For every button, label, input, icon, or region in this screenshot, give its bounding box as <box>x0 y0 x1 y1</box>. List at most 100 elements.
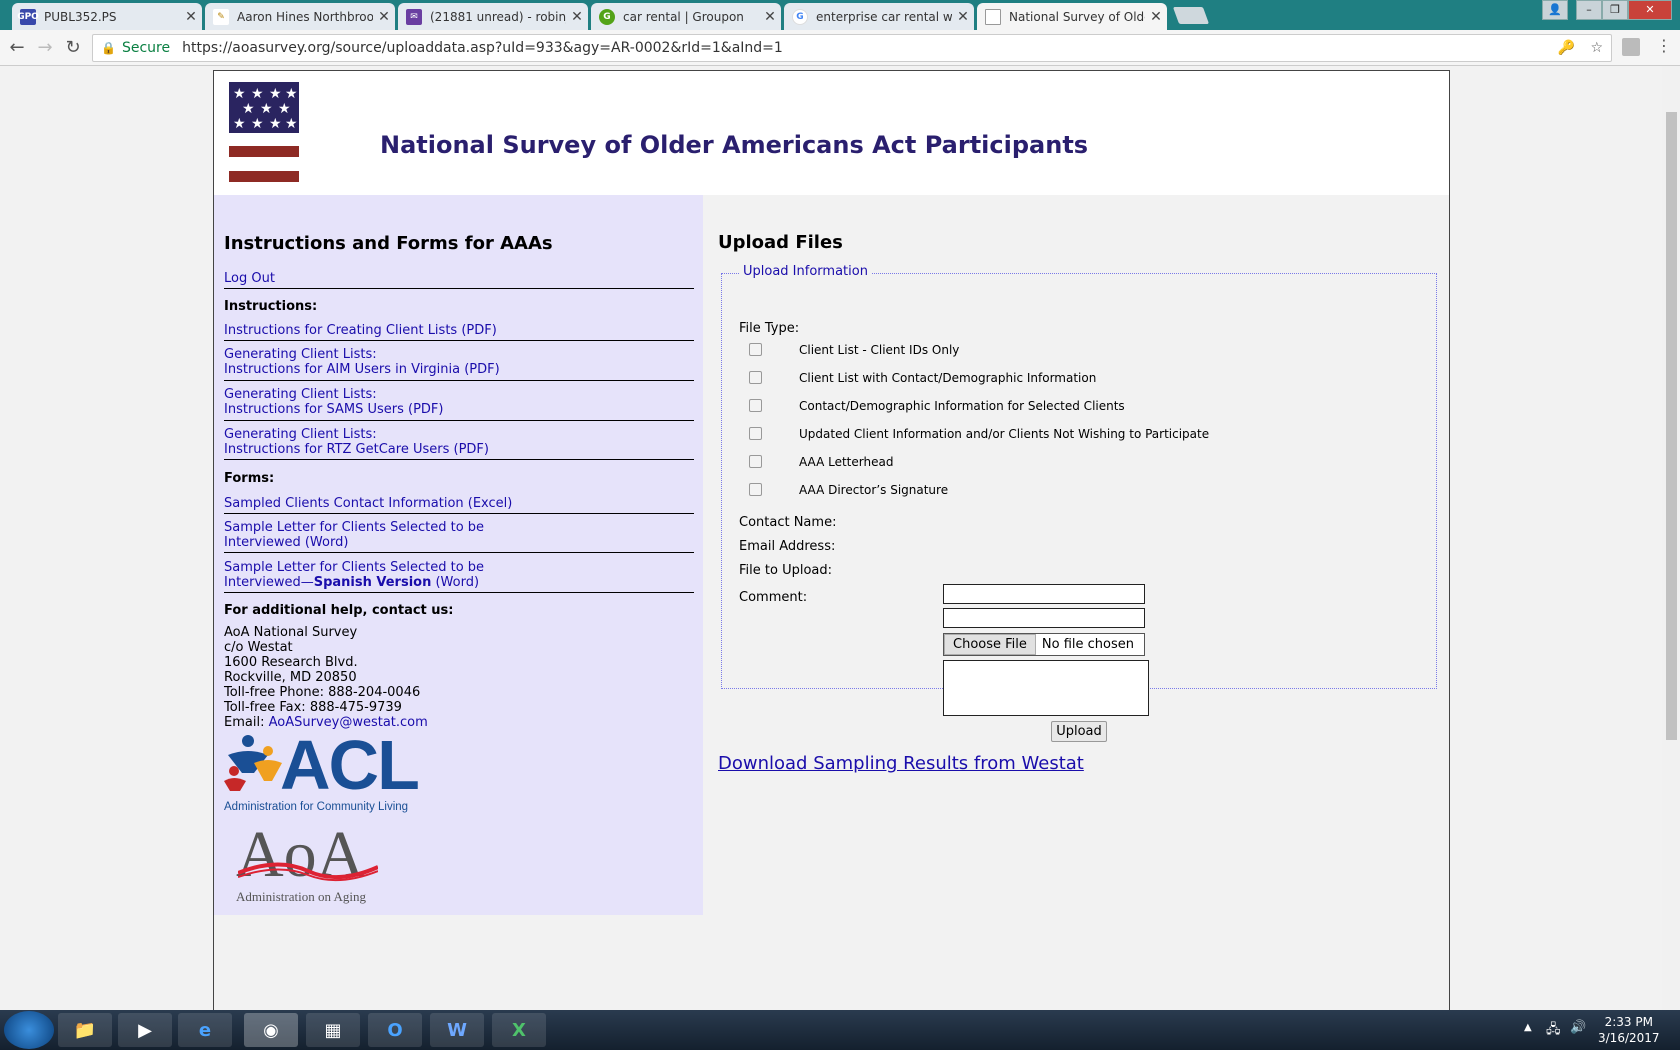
system-clock[interactable]: 2:33 PM 3/16/2017 <box>1598 1014 1660 1046</box>
svg-text:★: ★ <box>285 86 298 102</box>
email-address-input[interactable] <box>943 608 1145 628</box>
file-explorer-icon[interactable]: 📁 <box>58 1013 112 1047</box>
contact-info-excel-link[interactable]: Sampled Clients Contact Information (Exc… <box>224 496 512 511</box>
instructions-aim-link[interactable]: Generating Client Lists: Instructions for… <box>224 347 500 377</box>
close-tab-icon[interactable]: ✕ <box>1145 9 1167 25</box>
minimize-icon[interactable]: – <box>1576 0 1602 20</box>
browser-tab[interactable]: G enterprise car rental whe ✕ <box>784 3 974 30</box>
bookmark-star-icon[interactable]: ☆ <box>1590 40 1603 56</box>
spanish-version-text: Spanish Version <box>313 575 432 590</box>
word-icon[interactable]: W <box>430 1013 484 1047</box>
link-line: Generating Client Lists: <box>224 427 377 442</box>
upload-button[interactable]: Upload <box>1051 721 1107 742</box>
sidebar-title: Instructions and Forms for AAAs <box>224 233 553 254</box>
start-button-icon[interactable] <box>4 1011 54 1049</box>
close-tab-icon[interactable]: ✕ <box>566 9 588 25</box>
checkbox-label: AAA Letterhead <box>799 455 894 469</box>
address-line: Rockville, MD 20850 <box>224 670 357 685</box>
outlook-icon[interactable]: O <box>368 1013 422 1047</box>
checkbox-updated-info[interactable] <box>749 427 762 440</box>
link-line: Sample Letter for Clients Selected to be <box>224 560 485 575</box>
internet-explorer-icon[interactable]: e <box>178 1013 232 1047</box>
aoa-swoosh-icon <box>238 862 378 882</box>
browser-tab[interactable]: ✎ Aaron Hines Northbrook ✕ <box>205 3 395 30</box>
divider <box>224 513 694 514</box>
window-close-icon[interactable]: ✕ <box>1628 0 1672 20</box>
forward-arrow-icon[interactable]: → <box>34 37 56 59</box>
browser-tab[interactable]: G car rental | Groupon ✕ <box>591 3 781 30</box>
excel-icon[interactable]: X <box>492 1013 546 1047</box>
checkbox-client-ids[interactable] <box>749 343 762 356</box>
chrome-menu-icon[interactable]: ⋮ <box>1656 36 1672 55</box>
contact-name-input[interactable] <box>943 584 1145 604</box>
instructions-rtz-link[interactable]: Generating Client Lists: Instructions for… <box>224 427 489 457</box>
svg-text:★: ★ <box>233 86 246 102</box>
comment-textarea[interactable] <box>943 660 1149 716</box>
tray-up-arrow-icon[interactable]: ▲ <box>1524 1022 1532 1033</box>
close-tab-icon[interactable]: ✕ <box>373 9 395 25</box>
page-container: ★ ★ ★ ★ ★ ★ ★ ★ ★ ★ ★ National Survey of Older A… <box>213 70 1450 1010</box>
page-viewport: ★ ★ ★ ★ ★ ★ ★ ★ ★ ★ ★ National Survey of Older A… <box>0 66 1662 1010</box>
no-file-text: No file chosen <box>1041 637 1134 652</box>
key-icon[interactable]: 🔑 <box>1558 40 1575 56</box>
media-player-icon[interactable]: ▶ <box>118 1013 172 1047</box>
checkbox-signature[interactable] <box>749 483 762 496</box>
svg-text:★: ★ <box>251 86 264 102</box>
comment-label: Comment: <box>739 590 808 605</box>
address-bar[interactable]: 🔒 Secure https://aoasurvey.org/source/up… <box>92 34 1612 62</box>
file-upload-input[interactable]: Choose File No file chosen <box>943 633 1145 656</box>
lock-icon: 🔒 <box>101 41 116 55</box>
close-tab-icon[interactable]: ✕ <box>180 9 202 25</box>
restore-icon[interactable]: ❐ <box>1602 0 1628 20</box>
checkbox-client-contact[interactable] <box>749 371 762 384</box>
calculator-icon[interactable]: ▦ <box>306 1013 360 1047</box>
tab-title: (21881 unread) - robinjo <box>430 9 566 24</box>
checkbox-selected-clients[interactable] <box>749 399 762 412</box>
close-tab-icon[interactable]: ✕ <box>759 9 781 25</box>
link-line: Generating Client Lists: <box>224 347 377 362</box>
link-line: (Word) <box>431 575 480 590</box>
scrollbar-thumb[interactable] <box>1666 112 1677 740</box>
back-arrow-icon[interactable]: ← <box>6 37 28 59</box>
divider <box>224 420 694 421</box>
svg-text:★: ★ <box>278 101 291 117</box>
svg-text:★: ★ <box>251 116 264 132</box>
browser-tab[interactable]: GPO PUBL352.PS ✕ <box>12 3 202 30</box>
mail-favicon-icon: ✉ <box>406 8 422 25</box>
sidebar: Instructions and Forms for AAAs Log Out … <box>214 195 703 915</box>
aoa-caption: Administration on Aging <box>236 889 366 904</box>
checkbox-letterhead[interactable] <box>749 455 762 468</box>
download-results-link[interactable]: Download Sampling Results from Westat <box>718 753 1084 774</box>
checkbox-label: Contact/Demographic Information for Sele… <box>799 399 1125 413</box>
close-tab-icon[interactable]: ✕ <box>952 9 974 25</box>
volume-icon[interactable]: 🔊 <box>1570 1020 1586 1035</box>
acl-logo[interactable]: ACL Administration for Community Living <box>224 726 424 815</box>
file-upload-label: File to Upload: <box>739 563 832 578</box>
extension-icon[interactable] <box>1622 38 1640 56</box>
sample-letter-word-link[interactable]: Sample Letter for Clients Selected to be… <box>224 520 484 550</box>
new-tab-button[interactable] <box>1172 7 1210 24</box>
reload-icon[interactable]: ↻ <box>62 37 84 59</box>
browser-tab-active[interactable]: National Survey of Older ✕ <box>977 3 1167 30</box>
groupon-favicon-icon: G <box>599 8 615 25</box>
instructions-client-lists-link[interactable]: Instructions for Creating Client Lists (… <box>224 323 497 338</box>
url-text: https://aoasurvey.org/source/uploaddata.… <box>182 40 783 56</box>
gpo-favicon-icon: GPO <box>17 8 39 25</box>
contact-name-label: Contact Name: <box>739 515 837 530</box>
sample-letter-spanish-link[interactable]: Sample Letter for Clients Selected to be… <box>224 560 484 590</box>
checkbox-label: Client List with Contact/Demographic Inf… <box>799 371 1097 385</box>
user-profile-icon[interactable]: 👤 <box>1542 0 1568 20</box>
tab-title: Aaron Hines Northbrook <box>237 9 373 24</box>
aoa-logo[interactable]: AoA Administration on Aging <box>236 818 386 905</box>
fax-line: Toll-free Fax: 888-475-9739 <box>224 700 402 715</box>
network-icon[interactable]: 🖧 <box>1546 1020 1561 1042</box>
flag-logo-icon: ★ ★ ★ ★ ★ ★ ★ ★ ★ ★ ★ <box>229 82 299 182</box>
chrome-icon[interactable]: ◉ <box>244 1013 298 1047</box>
browser-tab[interactable]: ✉ (21881 unread) - robinjo ✕ <box>398 3 588 30</box>
site-title: National Survey of Older Americans Act P… <box>380 131 1089 159</box>
instructions-sams-link[interactable]: Generating Client Lists: Instructions for… <box>224 387 443 417</box>
forms-heading: Forms: <box>224 471 275 486</box>
choose-file-button[interactable]: Choose File <box>944 634 1036 655</box>
logout-link[interactable]: Log Out <box>224 271 275 286</box>
upload-title: Upload Files <box>718 232 843 253</box>
